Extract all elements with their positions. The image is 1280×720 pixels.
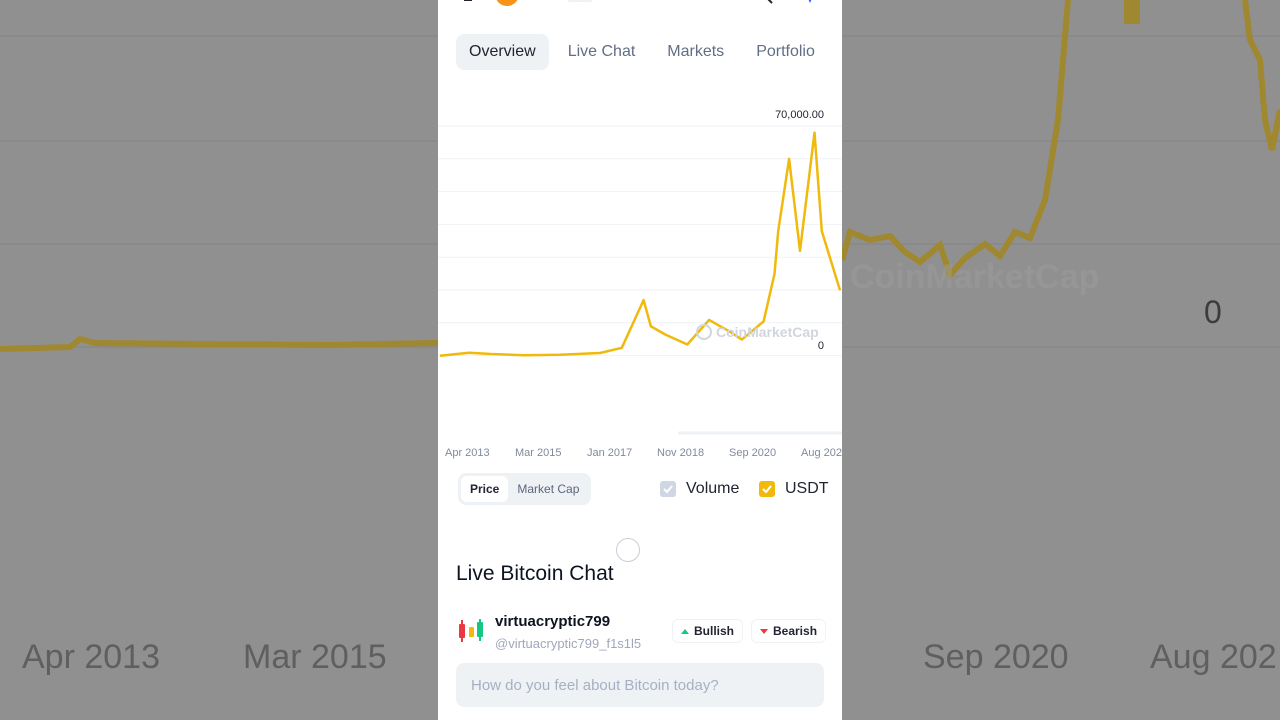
- y-tick-label: 70,000.00: [775, 109, 824, 121]
- avatar[interactable]: [456, 616, 486, 646]
- check-icon: [663, 485, 673, 494]
- app-screen: Overview Live Chat Markets Portfolio 70,…: [438, 0, 842, 720]
- search-icon-handle: [767, 0, 773, 4]
- chat-user-handle: @virtuacryptic799_f1s1l5: [495, 636, 642, 651]
- bearish-button[interactable]: Bearish: [751, 619, 827, 643]
- live-chat-title: Live Bitcoin Chat: [456, 562, 614, 585]
- chat-username[interactable]: virtuacryptic799: [495, 613, 610, 630]
- top-bar-partial: [464, 0, 812, 6]
- star-icon: [808, 0, 812, 3]
- y-tick-label: 0: [818, 340, 824, 352]
- tab-bar: Overview Live Chat Markets Portfolio: [456, 34, 828, 70]
- chat-message-input[interactable]: [456, 663, 824, 707]
- chart-type-toggle: Price Market Cap: [458, 473, 592, 505]
- bg-tick-label: Aug 202: [1150, 638, 1277, 676]
- usdt-label: USDT: [785, 480, 829, 497]
- watermark: CoinMarketCap: [696, 324, 819, 340]
- bullish-button[interactable]: Bullish: [672, 619, 744, 643]
- price-chart[interactable]: 70,000.00 0 CoinMarketCap: [438, 100, 842, 470]
- bg-tick-label: Sep 2020: [923, 638, 1069, 676]
- bg-tick-label: Apr 2013: [22, 638, 160, 676]
- x-tick-label: Nov 2018: [657, 447, 705, 459]
- triangle-down-icon: [760, 628, 768, 634]
- price-chart-svg: 70,000.00 0: [438, 109, 842, 435]
- bg-price-line: [1242, 0, 1280, 151]
- tab-portfolio[interactable]: Portfolio: [743, 34, 828, 70]
- coinmarketcap-logo-icon: [696, 324, 712, 340]
- triangle-up-icon: [681, 628, 689, 634]
- x-tick-label: Sep 2020: [729, 447, 777, 459]
- rank-badge: [568, 0, 592, 2]
- legend-volume[interactable]: Volume: [660, 480, 739, 498]
- bearish-label: Bearish: [773, 624, 818, 638]
- legend-usdt[interactable]: USDT: [759, 480, 829, 498]
- tab-overview[interactable]: Overview: [456, 34, 549, 70]
- x-tick-label: Jan 2017: [587, 447, 633, 459]
- bullish-label: Bullish: [694, 624, 735, 638]
- usdt-checkbox[interactable]: [759, 481, 775, 497]
- price-line: [439, 131, 842, 357]
- bg-tick-label: Mar 2015: [243, 638, 387, 676]
- x-tick-label: Aug 202: [801, 447, 842, 459]
- volume-checkbox[interactable]: [660, 481, 676, 497]
- tab-markets[interactable]: Markets: [654, 34, 737, 70]
- x-tick-label: Apr 2013: [445, 447, 490, 459]
- price-toggle-button[interactable]: Price: [461, 476, 509, 502]
- bg-zero-label: 0: [1204, 294, 1222, 330]
- market-cap-toggle-button[interactable]: Market Cap: [508, 476, 588, 502]
- tab-live-chat[interactable]: Live Chat: [555, 34, 649, 70]
- x-tick-label: Mar 2015: [515, 447, 562, 459]
- bitcoin-logo-icon: [496, 0, 518, 6]
- bg-price-line: [1124, 0, 1140, 24]
- x-axis: Apr 2013 Mar 2015 Jan 2017 Nov 2018 Sep …: [438, 447, 842, 461]
- chat-user-row: virtuacryptic799 @virtuacryptic799_f1s1l…: [456, 610, 827, 654]
- bg-watermark: CoinMarketCap: [850, 258, 1100, 296]
- check-icon: [762, 485, 772, 494]
- watermark-text: CoinMarketCap: [716, 324, 819, 340]
- volume-label: Volume: [686, 480, 740, 497]
- bg-price-line: [839, 0, 1071, 281]
- loading-spinner: [616, 538, 640, 562]
